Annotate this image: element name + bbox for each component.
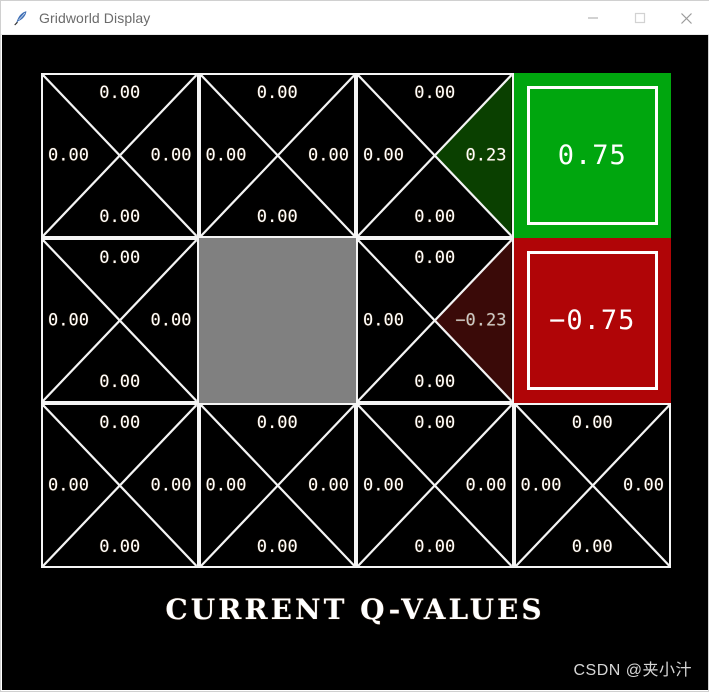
q-value-west: 0.00	[520, 475, 562, 495]
q-value-east: 0.00	[623, 475, 664, 495]
q-value-east: 0.00	[308, 145, 349, 165]
q-value-west: 0.00	[205, 475, 247, 495]
terminal-value: −0.75	[549, 305, 636, 336]
feather-icon	[9, 6, 33, 30]
q-value-south: 0.00	[571, 537, 613, 557]
q-value-south: 0.00	[256, 537, 298, 557]
q-value-north: 0.00	[99, 83, 141, 103]
cell-r2c2: 0.00 0.00 0.00 0.00	[356, 403, 514, 568]
q-value-west: 0.00	[48, 145, 89, 165]
cell-r0c0: 0.00 0.00 0.00 0.00	[41, 73, 199, 238]
q-value-west: 0.00	[363, 310, 404, 330]
cell-r0c1: 0.00 0.00 0.00 0.00	[198, 73, 356, 238]
window-title: Gridworld Display	[39, 9, 151, 26]
q-value-south: 0.00	[99, 537, 141, 557]
q-value-north: 0.00	[99, 413, 141, 433]
close-icon[interactable]	[663, 1, 709, 35]
q-value-east: 0.00	[150, 475, 192, 495]
cell-r0c2: 0.00 0.00 0.23 0.00	[356, 73, 514, 238]
q-value-east: 0.00	[150, 310, 192, 330]
terminal-inner-border: −0.75	[526, 251, 658, 390]
gridworld-window: Gridworld Display 0.00 0.00 0.00 0.00 0.…	[0, 0, 709, 692]
terminal-value: 0.75	[557, 140, 627, 171]
cell-r0c3: 0.75	[513, 73, 671, 238]
minimize-icon[interactable]	[569, 1, 616, 35]
cell-r1c2: 0.00 0.00 −0.23 0.00	[356, 238, 514, 403]
cell-r2c0: 0.00 0.00 0.00 0.00	[41, 403, 199, 568]
maximize-icon[interactable]	[616, 1, 663, 35]
q-value-south: 0.00	[99, 207, 141, 227]
q-value-east: 0.00	[150, 145, 192, 165]
q-value-east: 0.23	[465, 145, 507, 165]
cell-r1c0: 0.00 0.00 0.00 0.00	[41, 238, 199, 403]
q-value-west: 0.00	[205, 145, 247, 165]
window-controls	[569, 1, 709, 35]
watermark-label: CSDN @夹小汁	[573, 662, 692, 679]
q-value-west: 0.00	[48, 475, 89, 495]
q-value-north: 0.00	[256, 83, 298, 103]
q-value-north: 0.00	[571, 413, 613, 433]
cell-r1c3: −0.75	[513, 238, 671, 403]
q-value-north: 0.00	[414, 83, 456, 103]
q-value-south: 0.00	[99, 372, 141, 392]
q-value-south: 0.00	[414, 372, 456, 392]
terminal-inner-border: 0.75	[526, 86, 658, 225]
q-value-south: 0.00	[414, 207, 456, 227]
gridworld-grid: 0.00 0.00 0.00 0.00 0.00 0.00 0.00 0.00 0.00 0.00…	[41, 73, 671, 568]
q-value-west: 0.00	[363, 475, 404, 495]
q-value-east: −0.23	[455, 310, 507, 330]
q-value-south: 0.00	[414, 537, 456, 557]
q-value-north: 0.00	[414, 413, 456, 433]
caption-label: CURRENT Q-VALUES	[165, 593, 545, 626]
q-value-east: 0.00	[308, 475, 349, 495]
q-value-west: 0.00	[363, 145, 404, 165]
window-titlebar[interactable]: Gridworld Display	[1, 1, 709, 35]
cell-r1c1	[198, 238, 356, 403]
q-value-south: 0.00	[256, 207, 298, 227]
q-value-west: 0.00	[48, 310, 89, 330]
q-value-north: 0.00	[99, 248, 141, 268]
q-value-east: 0.00	[465, 475, 507, 495]
q-value-north: 0.00	[414, 248, 456, 268]
q-value-north: 0.00	[256, 413, 298, 433]
cell-r2c3: 0.00 0.00 0.00 0.00	[513, 403, 671, 568]
gridworld-canvas: 0.00 0.00 0.00 0.00 0.00 0.00 0.00 0.00 0.00 0.00…	[2, 35, 708, 690]
cell-r2c1: 0.00 0.00 0.00 0.00	[198, 403, 356, 568]
